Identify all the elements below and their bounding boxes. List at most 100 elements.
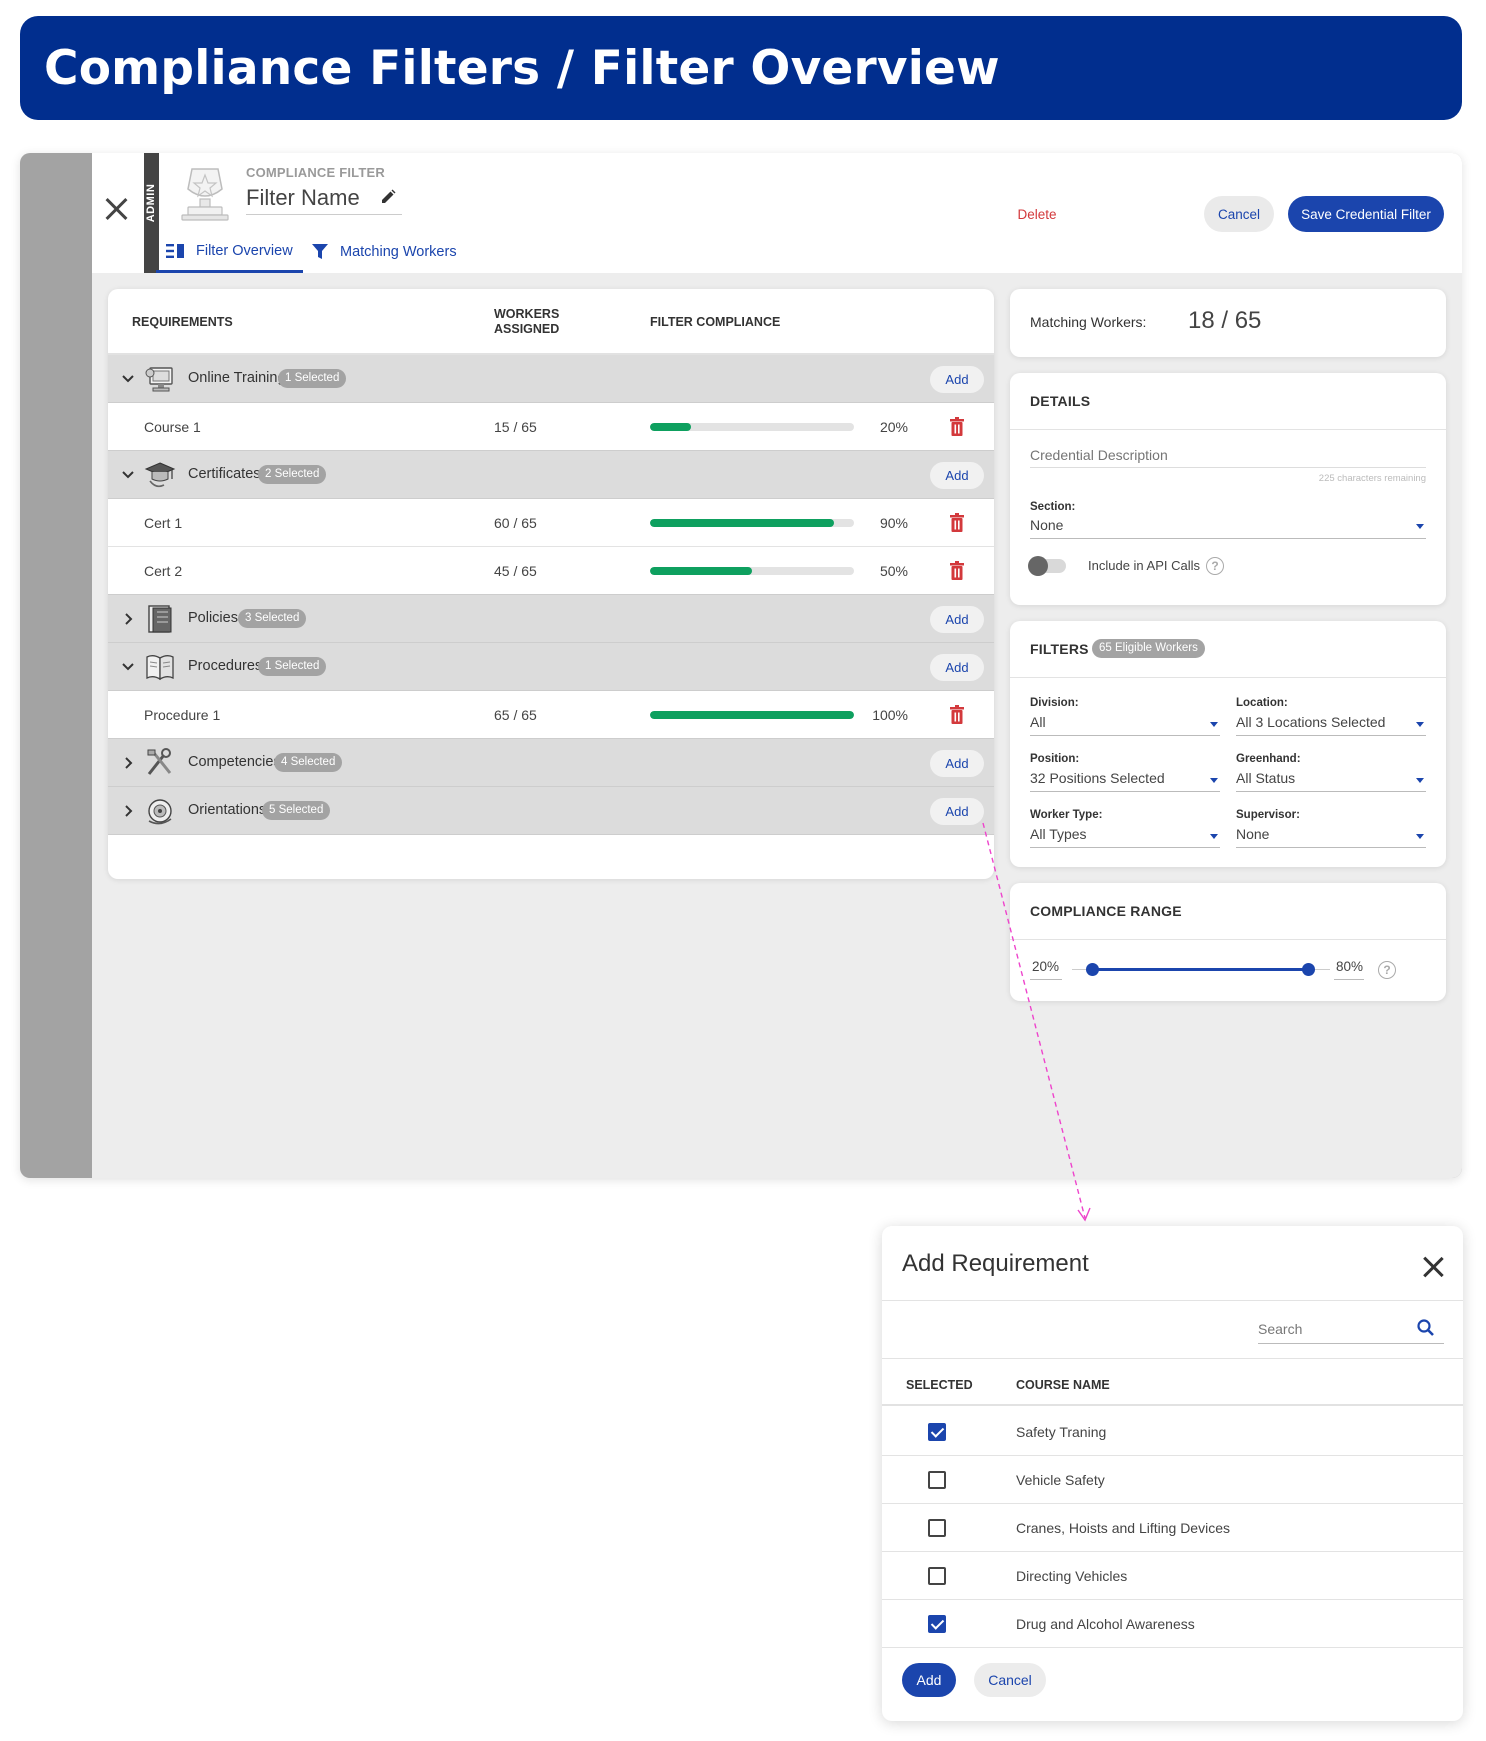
- add-requirement-button[interactable]: Add: [930, 798, 984, 825]
- search-field: [1258, 1316, 1444, 1344]
- requirement-row: Course 1 15 / 65 20%: [108, 403, 994, 451]
- select-checkbox[interactable]: [928, 1567, 946, 1585]
- course-name: Directing Vehicles: [1016, 1568, 1128, 1584]
- delete-button[interactable]: Delete: [1002, 196, 1072, 232]
- filter-underline: [1030, 847, 1220, 848]
- trash-icon[interactable]: [949, 561, 965, 580]
- requirement-group-name: Policies: [188, 610, 238, 626]
- requirement-group: Certificates 2 Selected Add: [108, 451, 994, 499]
- compliance-progress-bar: [650, 567, 854, 575]
- dropdown-caret-icon: [1416, 834, 1424, 839]
- compliance-percent: 50%: [879, 563, 908, 579]
- search-input[interactable]: [1258, 1316, 1408, 1342]
- help-icon[interactable]: ?: [1206, 557, 1224, 575]
- select-checkbox[interactable]: [928, 1519, 946, 1537]
- chevron-down-icon[interactable]: [120, 371, 136, 387]
- filter-underline: [1236, 847, 1426, 848]
- select-checkbox[interactable]: [928, 1615, 946, 1633]
- column-course-name: COURSE NAME: [1016, 1378, 1110, 1392]
- add-requirement-button[interactable]: Add: [930, 462, 984, 489]
- modal-add-button[interactable]: Add: [902, 1663, 956, 1697]
- tab-matching-workers-label: Matching Workers: [340, 244, 457, 260]
- section-label: Section:: [1030, 501, 1076, 513]
- requirement-name: Procedure 1: [144, 707, 221, 723]
- api-calls-toggle[interactable]: [1028, 556, 1066, 576]
- requirement-group: Competencies 4 Selected Add: [108, 739, 994, 787]
- dropdown-caret-icon: [1210, 834, 1218, 839]
- filter-select[interactable]: All Status: [1236, 770, 1295, 786]
- compliance-progress-bar: [650, 423, 854, 431]
- computer-icon: [144, 363, 176, 395]
- filter-label: Division:: [1030, 697, 1079, 709]
- add-requirement-button[interactable]: Add: [930, 750, 984, 777]
- selected-count-badge: 5 Selected: [262, 801, 331, 820]
- filter-underline: [1236, 791, 1426, 792]
- column-selected: SELECTED: [906, 1378, 973, 1392]
- filter-select[interactable]: None: [1236, 826, 1269, 842]
- add-requirement-button[interactable]: Add: [930, 654, 984, 681]
- close-editor-icon[interactable]: [102, 195, 130, 223]
- api-calls-label: Include in API Calls: [1088, 558, 1201, 573]
- selected-count-badge: 1 Selected: [258, 657, 327, 676]
- chevron-down-icon[interactable]: [120, 467, 136, 483]
- range-max-thumb[interactable]: [1302, 963, 1315, 976]
- dropdown-caret-icon: [1416, 722, 1424, 727]
- range-help-icon[interactable]: ?: [1378, 961, 1396, 979]
- column-requirements: REQUIREMENTS: [132, 315, 233, 329]
- details-title: DETAILS: [1030, 393, 1091, 409]
- credential-description-input[interactable]: [1030, 445, 1426, 465]
- chevron-right-icon[interactable]: [120, 803, 136, 819]
- filter-label: Greenhand:: [1236, 753, 1301, 765]
- compliance-progress-bar: [650, 711, 854, 719]
- compliance-percent: 20%: [879, 419, 908, 435]
- trash-icon[interactable]: [949, 705, 965, 724]
- select-checkbox[interactable]: [928, 1471, 946, 1489]
- filter-underline: [1030, 791, 1220, 792]
- selected-count-badge: 2 Selected: [258, 465, 327, 484]
- requirement-group: Online Training 1 Selected Add: [108, 355, 994, 403]
- section-select[interactable]: None: [1030, 517, 1063, 533]
- graduation-cap-icon: [144, 459, 176, 491]
- filter-name-field[interactable]: Filter Name: [246, 185, 402, 215]
- admin-label: ADMIN: [145, 183, 157, 223]
- filter-select[interactable]: All Types: [1030, 826, 1087, 842]
- requirement-row: Cert 2 45 / 65 50%: [108, 547, 994, 595]
- filters-title: FILTERS: [1030, 641, 1089, 657]
- requirement-group-name: Certificates: [188, 466, 261, 482]
- chevron-right-icon[interactable]: [120, 755, 136, 771]
- select-checkbox[interactable]: [928, 1423, 946, 1441]
- close-modal-icon[interactable]: [1422, 1256, 1444, 1278]
- range-max-value[interactable]: 80%: [1336, 959, 1363, 974]
- matching-workers-value: 18 / 65: [1188, 307, 1262, 334]
- requirement-group: Policies 3 Selected Add: [108, 595, 994, 643]
- app-window: ADMIN COMPLIANCE FILTER Filter Name Filt…: [20, 153, 1462, 1178]
- selected-count-badge: 3 Selected: [238, 609, 307, 628]
- chars-remaining: 225 characters remaining: [1318, 473, 1426, 484]
- requirements-panel: REQUIREMENTS WORKERS ASSIGNED FILTER COM…: [108, 289, 994, 879]
- range-min-value[interactable]: 20%: [1032, 959, 1059, 974]
- chevron-down-icon[interactable]: [120, 659, 136, 675]
- cancel-button[interactable]: Cancel: [1204, 196, 1274, 232]
- compliance-progress-fill: [650, 711, 854, 719]
- requirement-name: Cert 2: [144, 563, 183, 579]
- save-credential-filter-button[interactable]: Save Credential Filter: [1288, 196, 1444, 232]
- tab-filter-overview[interactable]: Filter Overview: [156, 231, 303, 273]
- add-requirement-button[interactable]: Add: [930, 366, 984, 393]
- filter-underline: [1236, 735, 1426, 736]
- search-icon[interactable]: [1416, 1318, 1436, 1338]
- compliance-progress-fill: [650, 423, 691, 431]
- range-min-thumb[interactable]: [1086, 963, 1099, 976]
- filter-select[interactable]: All 3 Locations Selected: [1236, 714, 1385, 730]
- tab-matching-workers[interactable]: Matching Workers: [302, 231, 467, 273]
- filter-select[interactable]: All: [1030, 714, 1046, 730]
- add-requirement-button[interactable]: Add: [930, 606, 984, 633]
- chevron-right-icon[interactable]: [120, 611, 136, 627]
- trash-icon[interactable]: [949, 513, 965, 532]
- requirement-group-name: Competencies: [188, 754, 281, 770]
- filter-select[interactable]: 32 Positions Selected: [1030, 770, 1165, 786]
- compliance-progress-bar: [650, 519, 854, 527]
- trash-icon[interactable]: [949, 417, 965, 436]
- filter-label: Position:: [1030, 753, 1080, 765]
- edit-pencil-icon[interactable]: [380, 189, 396, 205]
- modal-cancel-button[interactable]: Cancel: [974, 1663, 1046, 1697]
